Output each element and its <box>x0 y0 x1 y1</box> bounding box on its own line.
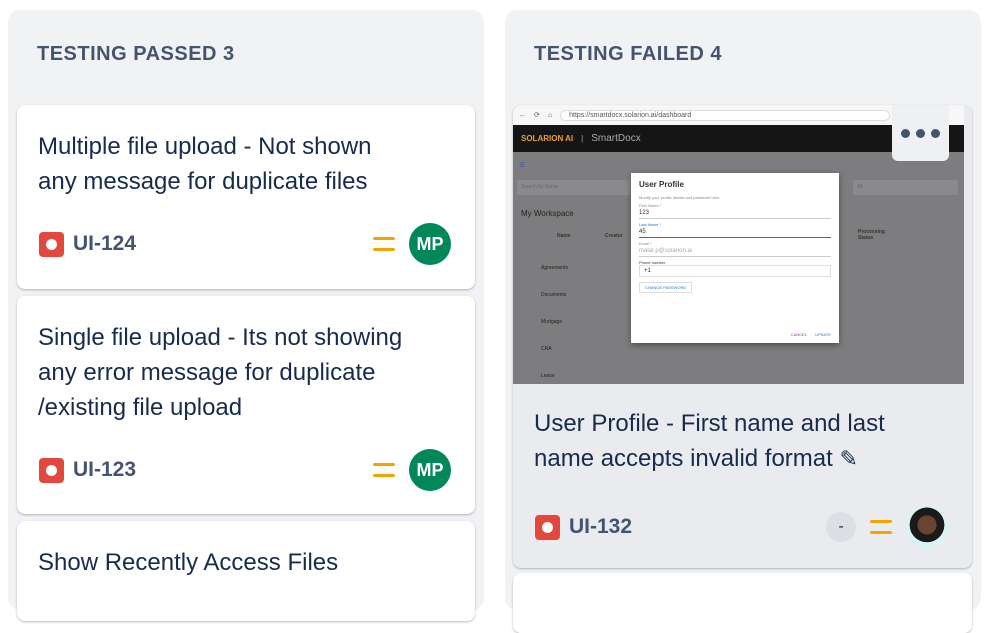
issue-title: Multiple file upload - Not shown any mes… <box>38 133 372 195</box>
user-profile-dialog: User Profile Modify your profile details… <box>631 173 839 343</box>
issue-key[interactable]: UI-123 <box>73 458 136 482</box>
issue-cover-screenshot: ← ⟳ ⌂ https://smartdocx.solarion.ai/dashboa… <box>513 105 964 384</box>
issue-key[interactable]: UI-132 <box>569 515 632 539</box>
issue-key[interactable]: UI-124 <box>73 232 136 256</box>
column-testing-failed: TESTING FAILED 4 ← ⟳ ⌂ https://smartdocx.so… <box>505 10 981 633</box>
issue-card[interactable] <box>513 573 972 633</box>
story-points-badge[interactable]: - <box>826 512 856 542</box>
priority-medium-icon <box>373 237 395 251</box>
bug-icon <box>535 514 560 540</box>
issue-card[interactable]: Show Recently Access Files <box>17 521 475 621</box>
column-testing-passed: TESTING PASSED 3 Multiple file upload - … <box>8 10 484 621</box>
avatar[interactable] <box>906 506 948 548</box>
avatar[interactable]: MP <box>409 223 451 265</box>
edit-pencil-icon[interactable]: ✎ <box>839 446 857 471</box>
more-actions-button[interactable] <box>892 105 949 161</box>
issue-card[interactable]: ← ⟳ ⌂ https://smartdocx.solarion.ai/dashboa… <box>513 105 972 568</box>
priority-medium-icon <box>870 520 892 534</box>
column-title: TESTING PASSED 3 <box>37 43 235 65</box>
issue-title: Show Recently Access Files <box>38 549 339 576</box>
avatar[interactable]: MP <box>409 449 451 491</box>
issue-title: Single file upload - Its not showing any… <box>38 324 403 421</box>
issue-card[interactable]: Single file upload - Its not showing any… <box>17 296 475 514</box>
priority-medium-icon <box>373 463 395 477</box>
issue-title: User Profile - First name and last name … <box>534 410 885 472</box>
bug-icon <box>39 231 64 257</box>
issue-card[interactable]: Multiple file upload - Not shown any mes… <box>17 105 475 289</box>
column-title: TESTING FAILED 4 <box>534 43 723 65</box>
bug-icon <box>39 457 64 483</box>
